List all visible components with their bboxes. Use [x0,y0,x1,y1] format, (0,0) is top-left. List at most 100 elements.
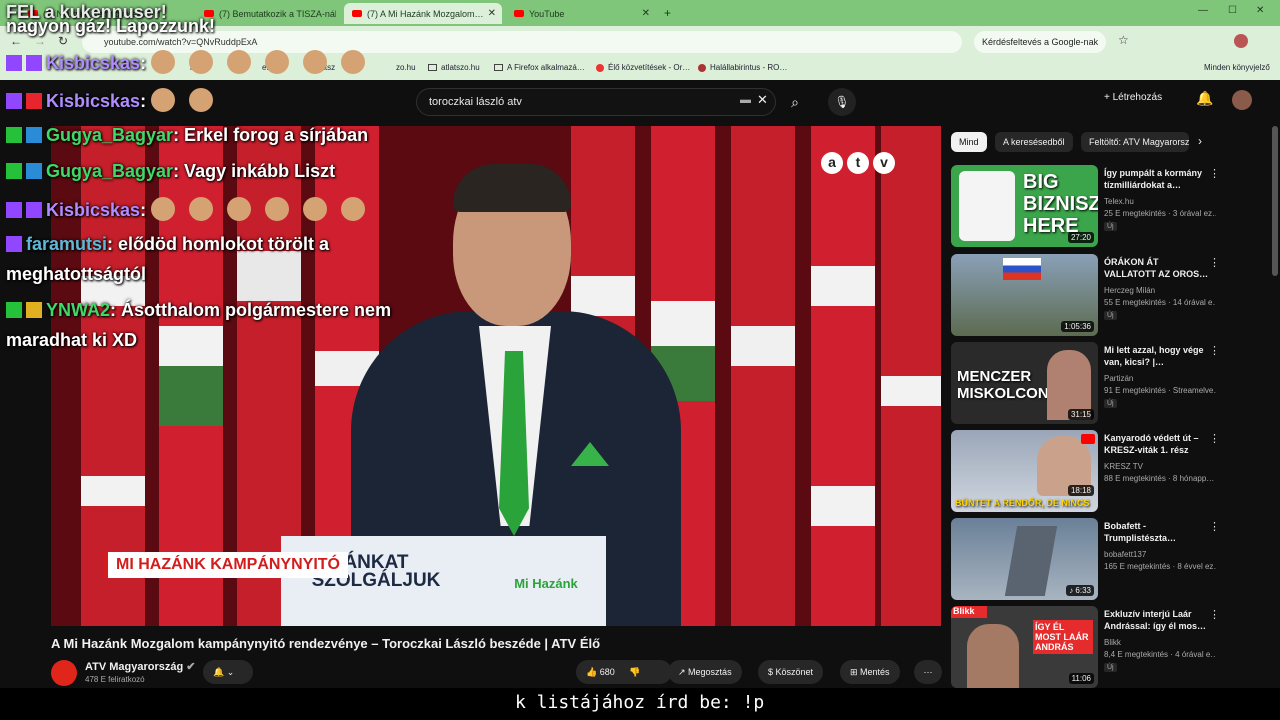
duration-badge: 11:06 [1068,673,1094,684]
recommended-video[interactable]: Blikk ÍGY ÉL MOST LAÁR ANDRÁS 11:06 Exkl… [951,606,1271,688]
twitch-icon [6,55,22,71]
chat-message: Kisbicskas: [6,197,379,221]
browser-tab-active[interactable]: (7) A Mi Hazánk Mozgalom… ✕ [344,3,502,24]
avatar[interactable] [1232,90,1252,110]
keyboard-icon[interactable]: ▬ [740,94,751,106]
channel-name[interactable]: Herczeg Milán [1104,286,1155,295]
thumbnail-text: ÍGY ÉL MOST LAÁR ANDRÁS [1033,620,1093,654]
recommended-video[interactable]: 1:05:36 ÓRÁKON ÁT VALLATOTT AZ OROS… ⋮ H… [951,254,1271,336]
crown-badge-icon [26,302,42,318]
thumbs-down-icon[interactable]: 👎 [629,667,640,677]
channel-name[interactable]: bobafett137 [1104,550,1146,559]
more-actions-icon[interactable]: ⋯ [914,660,942,684]
more-vert-icon[interactable]: ⋮ [1209,256,1220,269]
sub-star-icon [26,55,42,71]
chevron-down-icon: ⌄ [226,667,235,677]
video-thumbnail[interactable]: MENCZER MISKOLCON 31:15 [951,342,1098,424]
chat-message: meghatottságtól [6,264,147,284]
chip-from-search[interactable]: A keresésedből [995,132,1073,152]
video-meta: 88 E megtekintés · 8 hónapp… [1104,474,1215,483]
subscription-bell-button[interactable]: 🔔 ⌄ [203,660,253,684]
maximize-icon[interactable]: ☐ [1228,5,1237,16]
video-thumbnail[interactable]: Blikk ÍGY ÉL MOST LAÁR ANDRÁS 11:06 [951,606,1098,688]
share-button[interactable]: ↗ Megosztás [668,660,742,684]
other-bookmarks[interactable]: Minden könyvjelző [1204,63,1270,72]
emote-icon [227,197,252,221]
channel-name[interactable]: Telex.hu [1104,197,1134,206]
channel-name[interactable]: Blikk [1104,638,1121,647]
emote-icon [151,88,176,112]
recommended-video[interactable]: MENCZER MISKOLCON 31:15 Mi lett azzal, h… [951,342,1271,424]
search-input[interactable]: toroczkai lászló atv [416,88,776,116]
channel-name[interactable]: ATV Magyarország ✔ [85,660,196,673]
window-close-icon[interactable]: ✕ [1256,5,1264,16]
scrolling-caption: k listájához írd be: !p [515,692,765,713]
close-icon[interactable]: ✕ [488,8,496,19]
more-vert-icon[interactable]: ⋮ [1209,167,1220,180]
scrollbar-thumb[interactable] [1272,126,1278,276]
profile-avatar[interactable] [1234,34,1248,48]
browser-tab[interactable]: YouTube ✕ [506,3,656,24]
more-vert-icon[interactable]: ⋮ [1209,608,1220,621]
google-lens-button[interactable]: Kérdésfeltevés a Google-nak [974,31,1107,53]
youtube-icon [514,10,524,17]
more-vert-icon[interactable]: ⋮ [1209,520,1220,533]
new-tab-icon[interactable]: + [664,6,671,20]
recommended-video[interactable]: ♪ 6:33 Bobafett - Trumplistészta… ⋮ boba… [951,518,1271,600]
channel-name[interactable]: Partizán [1104,374,1133,383]
video-meta: 25 E megtekintés · 3 órával ez… [1104,209,1216,218]
like-button[interactable]: 👍 680 [586,667,615,677]
more-vert-icon[interactable]: ⋮ [1209,344,1220,357]
clear-search-icon[interactable]: ✕ [757,92,768,108]
emote-icon [189,50,214,74]
video-meta: 55 E megtekintés · 14 órával e… [1104,298,1216,307]
video-thumbnail[interactable]: ♪ 6:33 [951,518,1098,600]
bell-icon: 🔔 [213,667,225,677]
chat-message: Gugya_Bagyar: Vagy inkább Liszt [6,161,335,182]
bookmark-item[interactable]: A Firefox alkalmazá… [494,63,585,72]
channel-avatar[interactable] [51,660,77,686]
channel-name[interactable]: KRESZ TV [1104,462,1143,471]
thumbnail-tower [1004,526,1058,596]
minimize-icon[interactable]: — [1198,5,1208,16]
chevron-right-icon[interactable]: › [1198,134,1202,148]
thanks-button[interactable]: $ Köszönet [758,660,824,684]
notifications-icon[interactable]: 🔔 [1196,90,1213,107]
like-dislike-group: 👍 680 👎 [576,660,672,684]
more-vert-icon[interactable]: ⋮ [1209,432,1220,445]
chat-message: Gugya_Bagyar: Erkel forog a sírjában [6,125,368,146]
microphone-icon[interactable]: 🎙 [828,88,856,116]
bookmark-item[interactable]: Élő közvetítések - Or… [596,63,690,72]
kick-icon [6,127,22,143]
video-thumbnail[interactable]: BIG BIZNISZ HERE 27:20 [951,165,1098,247]
new-badge: Új [1104,311,1117,320]
sub-badge-icon [26,127,42,143]
bookmark-item[interactable]: zo.hu [396,63,416,72]
emote-icon [265,197,290,221]
youtube-icon [1081,434,1095,444]
chat-message: maradhat ki XD [6,330,138,350]
save-button[interactable]: ⊞ Mentés [840,660,900,684]
search-icon[interactable]: ⌕ [776,88,814,116]
chip-uploader[interactable]: Feltöltő: ATV Magyarország [1081,132,1189,152]
recommended-video[interactable]: BÜNTET A RENDŐR, DE NINCS 18:18 Kanyarod… [951,430,1271,512]
video-meta: 165 E megtekintés · 8 évvel ez… [1104,562,1216,571]
blikk-logo: Blikk [951,606,987,618]
browser-tab[interactable]: (7) Bemutatkozik a TISZA-nál h… [196,3,336,24]
stream-caption-bar: k listájához írd be: !p [0,688,1280,720]
video-thumbnail[interactable]: 1:05:36 [951,254,1098,336]
mi-hazank-logo: Mi Hazánk [514,576,578,591]
chat-message: nagyon gáz! Lapozzunk! [6,16,215,36]
video-meta: 8,4 E megtekintés · 4 órával e… [1104,650,1216,659]
video-title: ÓRÁKON ÁT VALLATOTT AZ OROS… [1104,257,1209,279]
create-button[interactable]: + Létrehozás [1104,92,1162,103]
chip-all[interactable]: Mind [951,132,987,152]
close-icon[interactable]: ✕ [642,8,650,19]
bookmark-item[interactable]: Halállabirintus - RO… [698,63,787,72]
video-thumbnail[interactable]: BÜNTET A RENDŐR, DE NINCS 18:18 [951,430,1098,512]
plus-icon: + [1104,92,1113,103]
duration-badge: 27:20 [1067,232,1094,243]
bookmark-item[interactable]: atlatszo.hu [428,63,480,72]
bookmark-star-icon[interactable]: ☆ [1118,33,1129,47]
recommended-video[interactable]: BIG BIZNISZ HERE 27:20 Így pumpált a kor… [951,165,1271,247]
